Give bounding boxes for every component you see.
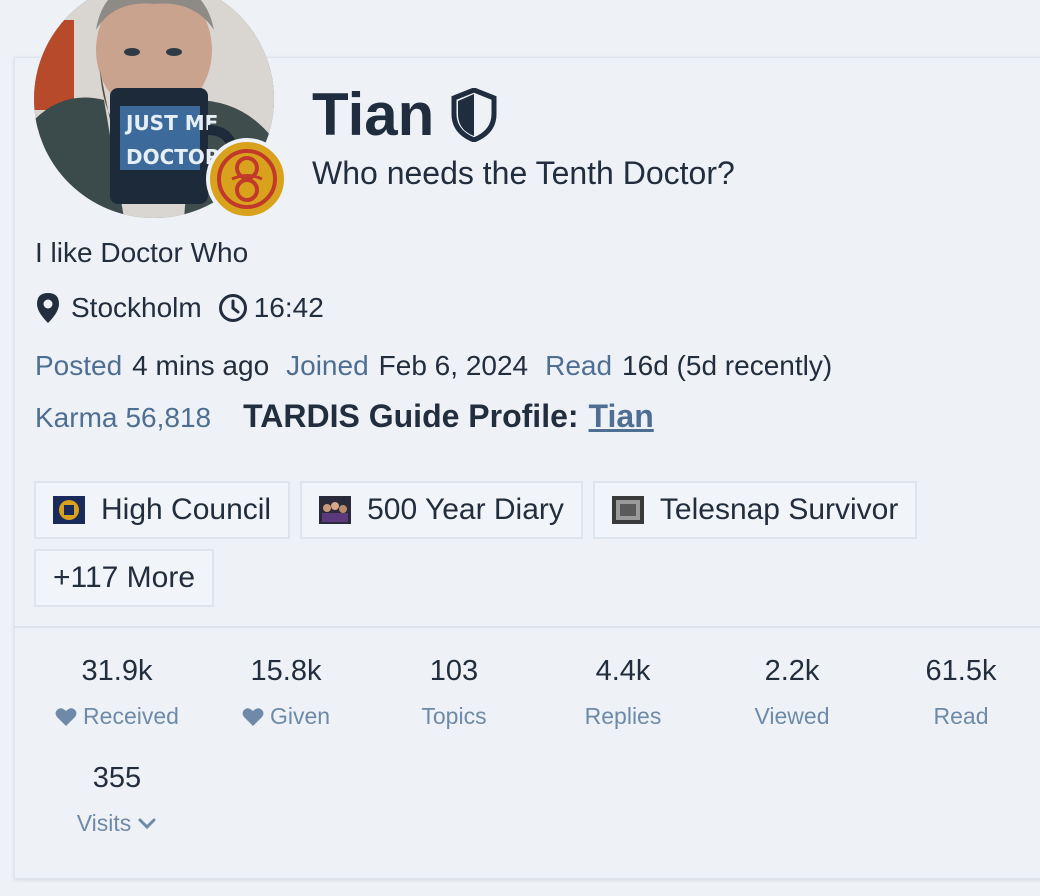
map-pin-icon xyxy=(37,293,59,323)
more-badges-label: +117 More xyxy=(53,561,196,594)
stat-value: 4.4k xyxy=(595,655,651,687)
clock-icon xyxy=(218,294,247,322)
tardis-guide-field: TARDIS Guide Profile: Tian xyxy=(243,398,654,435)
karma-label: Karma xyxy=(35,402,118,433)
local-time: 16:42 xyxy=(253,292,324,323)
posted-label: Posted xyxy=(35,350,123,381)
badge-label: High Council xyxy=(101,493,272,526)
user-meta-row: Posted 4 mins ago Joined Feb 6, 2024 Rea… xyxy=(35,350,849,382)
badge-label: 500 Year Diary xyxy=(367,493,564,526)
badge-high-council[interactable]: High Council xyxy=(34,481,291,539)
stat-label: Topics xyxy=(421,703,487,729)
badge-telesnap-survivor[interactable]: Telesnap Survivor xyxy=(592,481,918,539)
more-badges-button[interactable]: +117 More xyxy=(34,549,215,607)
stat-visits[interactable]: 355 Visits xyxy=(32,758,202,837)
user-title: Who needs the Tenth Doctor? xyxy=(312,155,735,191)
joined-label: Joined xyxy=(286,350,369,381)
stat-likes-received: 31.9k Received xyxy=(32,651,202,730)
read-label: Read xyxy=(545,350,613,381)
stat-viewed: 2.2k Viewed xyxy=(707,651,877,730)
stat-value: 2.2k xyxy=(764,655,820,687)
posted-value[interactable]: 4 mins ago xyxy=(132,350,269,382)
svg-text:JUST ME: JUST ME xyxy=(124,111,218,135)
500-year-diary-badge-icon xyxy=(319,496,352,524)
stat-label: Given xyxy=(269,703,331,729)
user-name: Tian xyxy=(312,81,435,148)
stat-label-row: Received xyxy=(32,703,202,730)
read-value: 16d (5d recently) xyxy=(622,350,833,381)
tardis-guide-label: TARDIS Guide Profile: xyxy=(243,398,579,434)
stat-label: Viewed xyxy=(754,703,830,729)
high-council-badge-icon xyxy=(53,496,85,524)
stat-value: 15.8k xyxy=(250,655,322,687)
badge-label: Telesnap Survivor xyxy=(659,493,899,526)
stat-value: 61.5k xyxy=(925,655,997,687)
telesnap-survivor-badge-icon xyxy=(611,496,644,524)
badge-500-year-diary[interactable]: 500 Year Diary xyxy=(300,481,583,539)
stat-label-row: Visits xyxy=(32,810,202,837)
seal-of-rassilon-icon xyxy=(213,145,281,213)
karma-value: 56,818 xyxy=(125,402,212,433)
user-bio: I like Doctor Who xyxy=(35,237,249,268)
location-text: Stockholm xyxy=(71,292,202,323)
location-row: Stockholm 16:42 xyxy=(35,292,324,324)
joined-value: Feb 6, 2024 xyxy=(378,350,529,381)
stat-value: 31.9k xyxy=(81,655,153,687)
user-fields-row: Karma 56,818 TARDIS Guide Profile: Tian xyxy=(35,398,654,435)
chevron-down-icon xyxy=(138,818,156,829)
stat-read: 61.5k Read xyxy=(876,651,1040,730)
stat-value: 355 xyxy=(92,762,142,794)
stat-value: 103 xyxy=(429,655,479,687)
badge-list: High Council 500 Year Diary Telesnap Sur… xyxy=(34,481,974,607)
stat-likes-given: 15.8k Given xyxy=(201,651,371,730)
flair-badge xyxy=(206,138,288,220)
stat-replies: 4.4k Replies xyxy=(538,651,708,730)
heart-icon xyxy=(242,707,264,726)
stat-label-row: Given xyxy=(201,703,371,730)
heart-icon xyxy=(55,707,77,726)
stat-label: Replies xyxy=(584,703,662,729)
svg-text:DOCTOR: DOCTOR xyxy=(126,145,220,169)
shield-icon xyxy=(451,87,497,142)
stat-label: Visits xyxy=(76,810,132,836)
stat-label: Received xyxy=(83,703,179,729)
stat-topics: 103 Topics xyxy=(369,651,539,730)
tardis-guide-link[interactable]: Tian xyxy=(589,398,654,434)
user-name-row: Tian xyxy=(312,80,498,149)
stat-label: Read xyxy=(933,703,989,729)
stats-divider xyxy=(14,626,1040,628)
